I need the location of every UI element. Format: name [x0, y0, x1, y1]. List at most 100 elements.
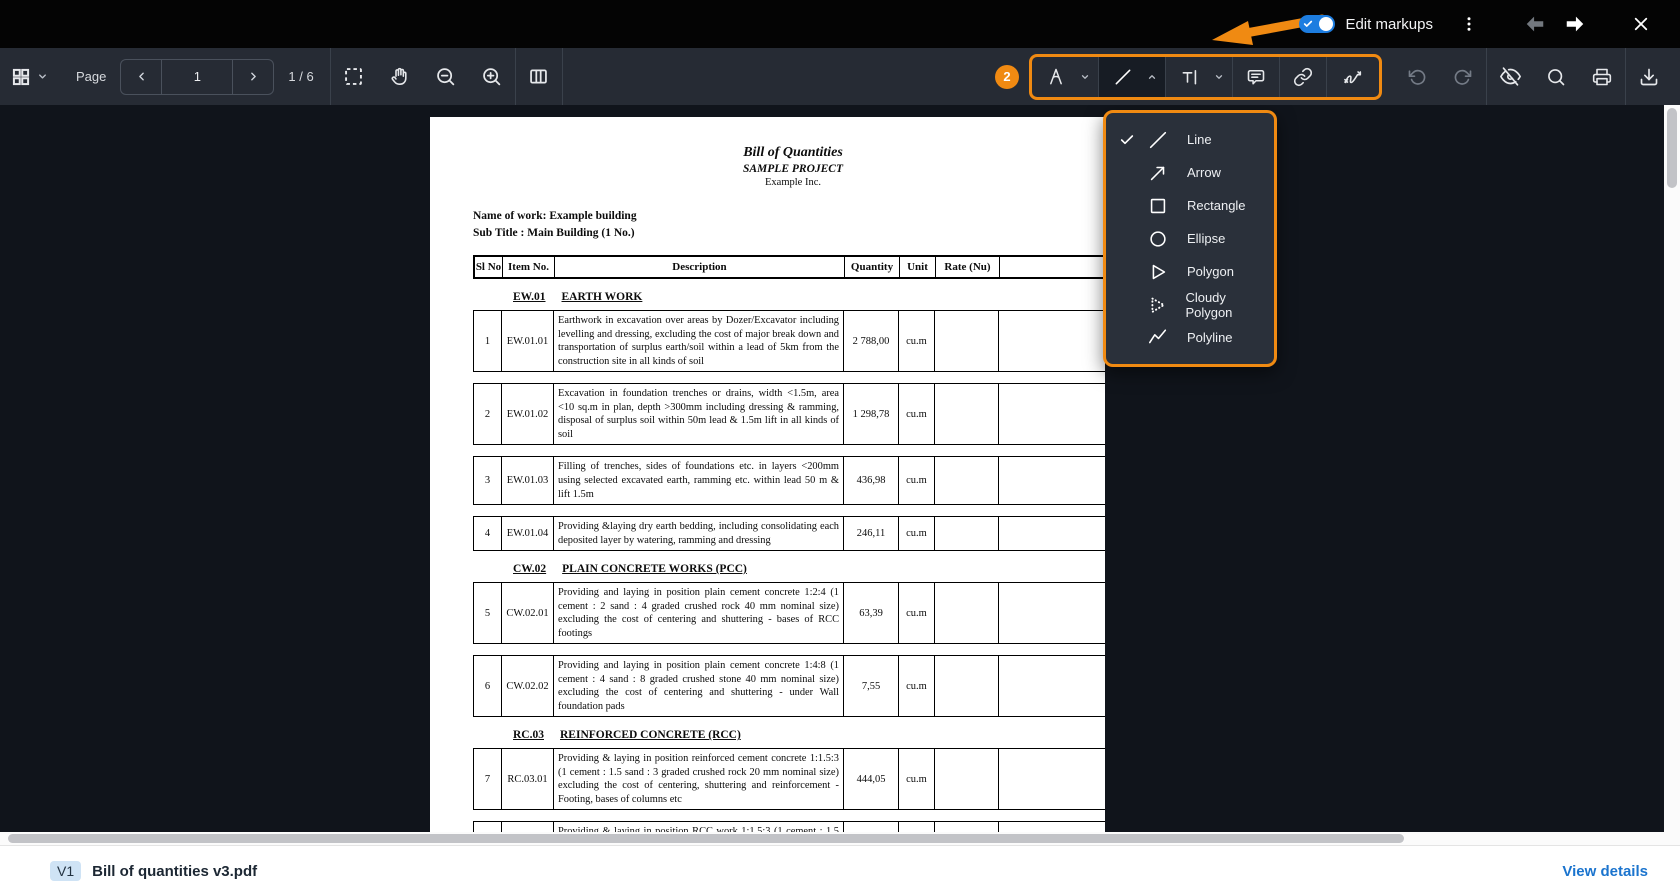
boq-table: Sl No Item No. Description Quantity Unit… — [473, 255, 1105, 845]
cell-unit: cu.m — [899, 656, 935, 716]
section-title: PLAIN CONCRETE WORKS (PCC) — [562, 563, 747, 575]
polyline-icon — [1147, 327, 1169, 349]
markup-toolbar: 2 — [995, 48, 1680, 105]
pdf-page: Bill of Quantities SAMPLE PROJECT Exampl… — [430, 117, 1105, 845]
zoom-out-button[interactable] — [423, 48, 469, 105]
search-button[interactable] — [1533, 48, 1579, 105]
section-title: REINFORCED CONCRETE (RCC) — [560, 729, 741, 741]
comment-tool-button[interactable] — [1233, 57, 1279, 97]
header-quantity: Quantity — [845, 257, 900, 277]
link-icon — [1293, 67, 1313, 87]
cell-amount — [999, 517, 1105, 550]
cell-description: Providing &laying dry earth bedding, inc… — [554, 517, 844, 550]
two-page-view-button[interactable] — [516, 48, 562, 105]
measure-tool-button[interactable] — [1032, 57, 1098, 97]
edit-markups-label: Edit markups — [1345, 16, 1433, 33]
cell-description: Excavation in foundation trenches or dra… — [554, 384, 844, 444]
table-header-row: Sl No Item No. Description Quantity Unit… — [473, 255, 1105, 279]
signature-tool-button[interactable] — [1327, 57, 1379, 97]
horizontal-scrollbar — [0, 832, 1664, 845]
next-file-icon[interactable] — [1561, 10, 1589, 38]
print-button[interactable] — [1579, 48, 1625, 105]
text-tool-button[interactable] — [1166, 57, 1232, 97]
title-bar: Edit markups — [0, 0, 1680, 48]
kebab-menu-icon[interactable] — [1455, 10, 1483, 38]
cell-rate — [935, 311, 999, 371]
page-number-input[interactable] — [161, 59, 233, 95]
redo-button[interactable] — [1440, 48, 1486, 105]
chevron-down-icon — [1214, 72, 1224, 82]
check-icon — [1119, 132, 1135, 148]
eye-off-icon — [1500, 66, 1521, 87]
cell-itemno: RC.03.01 — [502, 749, 554, 809]
cell-quantity: 444,05 — [844, 749, 899, 809]
pending-markups-badge[interactable]: 2 — [995, 65, 1019, 89]
line-tool-button[interactable] — [1099, 57, 1165, 97]
marquee-select-button[interactable] — [331, 48, 377, 105]
pan-hand-button[interactable] — [377, 48, 423, 105]
print-icon — [1592, 67, 1612, 87]
hand-icon — [389, 66, 410, 87]
arrow-icon — [1147, 162, 1169, 184]
chevron-down-icon — [1080, 72, 1090, 82]
check-icon — [1303, 19, 1313, 29]
doc-title: Bill of Quantities — [473, 145, 1105, 161]
menu-item-ellipse[interactable]: Ellipse — [1106, 222, 1274, 255]
cell-rate — [935, 749, 999, 809]
hide-markups-button[interactable] — [1487, 48, 1533, 105]
cell-rate — [935, 583, 999, 643]
cell-itemno: EW.01.03 — [502, 457, 554, 504]
vertical-scrollbar-thumb[interactable] — [1667, 108, 1677, 188]
page-navigator — [120, 59, 274, 95]
file-name: Bill of quantities v3.pdf — [92, 863, 257, 880]
cell-slno: 1 — [474, 311, 502, 371]
cell-itemno: EW.01.04 — [502, 517, 554, 550]
cell-slno: 3 — [474, 457, 502, 504]
thumbnails-button[interactable] — [0, 48, 58, 105]
cell-unit: cu.m — [899, 311, 935, 371]
undo-button[interactable] — [1394, 48, 1440, 105]
download-button[interactable] — [1626, 48, 1672, 105]
header-rate: Rate (Nu) — [936, 257, 1000, 277]
chevron-right-icon — [247, 70, 260, 83]
cell-quantity: 436,98 — [844, 457, 899, 504]
zoom-in-icon — [481, 66, 502, 87]
zoom-in-button[interactable] — [469, 48, 515, 105]
close-icon[interactable] — [1627, 10, 1655, 38]
view-details-link[interactable]: View details — [1562, 863, 1648, 880]
previous-file-icon[interactable] — [1521, 10, 1549, 38]
next-page-button[interactable] — [233, 59, 273, 95]
horizontal-scrollbar-thumb[interactable] — [8, 834, 1404, 843]
link-tool-button[interactable] — [1280, 57, 1326, 97]
menu-item-cloudy-polygon[interactable]: Cloudy Polygon — [1106, 288, 1274, 321]
shape-tool-menu: Line Arrow Rectangle Ellipse Polygon Clo… — [1103, 110, 1277, 367]
table-row: 7RC.03.01Providing & laying in position … — [473, 748, 1105, 810]
table-row: 2EW.01.02Excavation in foundation trench… — [473, 383, 1105, 445]
section-heading: EW.01EARTH WORK — [513, 291, 1105, 303]
cell-unit: cu.m — [899, 457, 935, 504]
download-icon — [1639, 67, 1659, 87]
cell-unit: cu.m — [899, 583, 935, 643]
header-unit: Unit — [900, 257, 936, 277]
cloudy-polygon-icon — [1146, 294, 1168, 316]
vertical-scrollbar — [1664, 105, 1680, 845]
chevron-down-icon — [37, 71, 48, 82]
edit-markups-toggle[interactable] — [1299, 15, 1335, 33]
cell-description: Filling of trenches, sides of foundation… — [554, 457, 844, 504]
menu-item-polyline[interactable]: Polyline — [1106, 321, 1274, 354]
section-title: EARTH WORK — [562, 291, 643, 303]
markup-tools-group — [1029, 54, 1382, 100]
menu-item-line[interactable]: Line — [1106, 123, 1274, 156]
comment-icon — [1246, 67, 1266, 87]
cell-amount — [999, 749, 1105, 809]
menu-item-polygon[interactable]: Polygon — [1106, 255, 1274, 288]
doc-company: Example Inc. — [473, 177, 1105, 188]
zoom-out-icon — [435, 66, 456, 87]
menu-item-rectangle[interactable]: Rectangle — [1106, 189, 1274, 222]
doc-sub-title-line: Sub Title : Main Building (1 No.) — [473, 225, 1105, 242]
measure-icon — [1046, 67, 1066, 87]
header-amount — [1000, 257, 1105, 277]
version-badge: V1 — [50, 861, 81, 881]
previous-page-button[interactable] — [121, 59, 161, 95]
menu-item-arrow[interactable]: Arrow — [1106, 156, 1274, 189]
